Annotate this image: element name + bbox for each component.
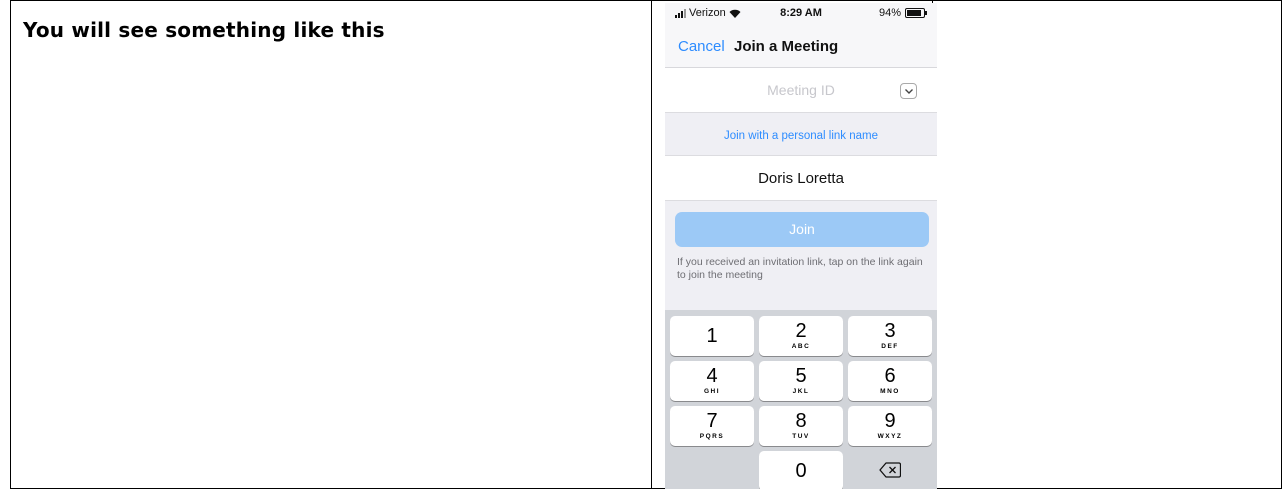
key-7[interactable]: 7 PQRS [670, 406, 754, 446]
key-2[interactable]: 2 ABC [759, 316, 843, 356]
numeric-keypad: 1 2 ABC 3 DEF 4 GHI 5 JKL 6 MNO 7 PQRS 8 TUV 9W… [665, 310, 937, 489]
document-heading: You will see something like this [23, 18, 385, 42]
display-name-input[interactable]: Doris Loretta [665, 170, 937, 187]
key-3[interactable]: 3 DEF [848, 316, 932, 356]
key-8[interactable]: 8 TUV [759, 406, 843, 446]
chevron-down-icon[interactable] [900, 83, 917, 99]
cancel-button[interactable]: Cancel [678, 38, 725, 55]
key-9[interactable]: 9 WXYZ [848, 406, 932, 446]
display-name-field[interactable]: Doris Loretta [665, 155, 937, 201]
meeting-id-field[interactable]: Meeting ID [665, 68, 937, 113]
meeting-id-input[interactable]: Meeting ID [665, 82, 937, 98]
invitation-hint: If you received an invitation link, tap … [677, 256, 923, 281]
key-0[interactable]: 0 [759, 451, 843, 489]
join-button[interactable]: Join [675, 212, 929, 247]
personal-link-name-link[interactable]: Join with a personal link name [665, 130, 937, 142]
page-title: Join a Meeting [734, 38, 839, 55]
navigation-bar: Cancel Join a Meeting [665, 23, 937, 68]
backspace-key[interactable] [848, 451, 932, 489]
battery-icon [905, 8, 927, 18]
document-table: You will see something like this [10, 0, 1282, 489]
key-6[interactable]: 6 MNO [848, 361, 932, 401]
status-bar: Verizon 8:29 AM 94% [665, 3, 937, 23]
empty-cell [932, 0, 1282, 489]
backspace-icon [879, 462, 902, 478]
instruction-cell: You will see something like this [10, 0, 652, 489]
phone-screenshot: Verizon 8:29 AM 94% Cancel Join a Meetin… [665, 3, 937, 489]
key-4[interactable]: 4 GHI [670, 361, 754, 401]
battery-percent: 94% [878, 7, 901, 19]
key-1[interactable]: 1 [670, 316, 754, 356]
key-5[interactable]: 5 JKL [759, 361, 843, 401]
